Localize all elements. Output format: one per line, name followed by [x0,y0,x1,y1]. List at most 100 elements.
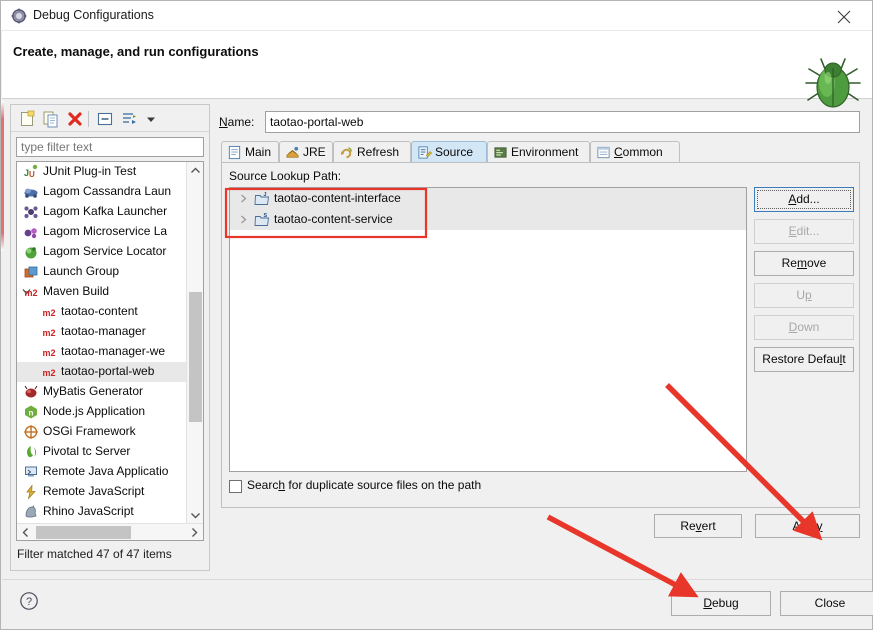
junit-plugin-test-icon: JU [23,164,39,180]
chevron-right-icon[interactable] [238,193,249,204]
tree-item-label: taotao-manager-we [61,344,166,358]
tab-environment[interactable]: Environment [487,141,590,162]
debug-button[interactable]: Debug [671,591,771,616]
refresh-tab-icon [339,145,354,160]
tree-item-taotao-portal-web[interactable]: m2 taotao-portal-web [17,362,188,382]
launch-group-icon [23,264,39,280]
tree-item-lagom-cassandra-laun[interactable]: Lagom Cassandra Laun [17,182,188,202]
tree-item-junit-plug-in-test[interactable]: J U JUnit Plug-in Test [17,162,188,182]
svg-text:m2: m2 [42,368,55,378]
svg-text:m2: m2 [42,348,55,358]
tree-scroll-area: J U JUnit Plug-in Test Lagom Cassandra Laun… [17,162,188,524]
edit-button: Edit... [754,219,854,244]
debug-configurations-icon [11,8,27,24]
duplicate-icon[interactable] [41,109,61,129]
tree-vertical-scrollbar[interactable] [186,162,203,524]
tree-item-taotao-manager[interactable]: m2 taotao-manager [17,322,188,342]
tree-item-label: taotao-portal-web [61,364,155,378]
scroll-right-icon[interactable] [186,524,203,540]
source-entry-row[interactable]: Jtaotao-content-interface [230,188,746,209]
scroll-down-icon[interactable] [187,507,203,524]
tree-horizontal-scroll-thumb[interactable] [36,526,131,539]
tree-item-maven-build[interactable]: m2 Maven Build [17,282,188,302]
tree-item-label: Lagom Cassandra Laun [43,184,172,198]
tree-item-launch-group[interactable]: Launch Group [17,262,188,282]
tab-label: Source [435,145,474,159]
revert-button[interactable]: Revert [654,514,742,538]
close-button[interactable]: Close [780,591,873,616]
nodejs-icon: n [23,404,39,420]
launch-configurations-tree[interactable]: J U JUnit Plug-in Test Lagom Cassandra Laun… [16,161,204,541]
scroll-up-icon[interactable] [187,162,203,179]
tab-main[interactable]: Main [221,141,279,162]
launch-configurations-panel: JU JUnit Plug-in Test Lagom Cassandra Laun… [10,104,210,571]
tree-item-node-js-application[interactable]: n Node.js Application [17,402,188,422]
left-edge-highlight-strip [1,101,4,251]
chevron-down-icon[interactable] [141,109,161,129]
tree-item-label: Maven Build [43,284,110,298]
remote-java-application-icon [23,464,39,480]
source-entry-row[interactable]: Staotao-content-service [230,209,746,230]
up-button: Up [754,283,854,308]
tree-item-pivotal-tc-server[interactable]: Pivotal tc Server [17,442,188,462]
source-entry-label: taotao-content-interface [274,191,401,205]
revert-apply-row: Revert Apply [214,514,860,544]
common-tab-icon [596,145,611,160]
apply-button[interactable]: Apply [755,514,860,538]
add-button[interactable]: Add... [754,187,854,212]
maven-m2-icon: m2 [41,364,57,380]
tree-item-remote-java-applicatio[interactable]: Remote Java Applicatio [17,462,188,482]
tab-bar: Main JRE Refresh Source Environment Common [221,141,860,162]
tree-item-remote-javascript[interactable]: Remote JavaScript [17,482,188,502]
tree-item-label: OSGi Framework [43,424,136,438]
tree-horizontal-scrollbar[interactable] [17,523,203,540]
scroll-left-icon[interactable] [17,524,34,540]
tree-item-taotao-manager-we[interactable]: m2 taotao-manager-we [17,342,188,362]
source-lookup-entries[interactable]: Jtaotao-content-interface Staotao-content… [229,187,747,472]
restore-default-button[interactable]: Restore Default [754,347,854,372]
tree-item-label: Launch Group [43,264,120,278]
lagom-microservice-icon [23,224,39,240]
tree-item-rhino-javascript[interactable]: Rhino JavaScript [17,502,188,522]
tab-label: Common [614,145,663,159]
delete-icon[interactable] [65,109,85,129]
maven-m2-icon: m2 [41,344,57,360]
new-launch-configuration-icon[interactable] [17,109,37,129]
tree-item-label: taotao-content [61,304,138,318]
tree-item-mybatis-generator[interactable]: MyBatis Generator [17,382,188,402]
tree-item-osgi-framework[interactable]: OSGi Framework [17,422,188,442]
tree-item-label: MyBatis Generator [43,384,144,398]
svg-text:n: n [29,409,34,418]
footer-separator [2,579,872,580]
filter-icon[interactable] [119,109,139,129]
tab-common[interactable]: Common [590,141,680,162]
tab-refresh[interactable]: Refresh [333,141,411,162]
tree-item-lagom-kafka-launcher[interactable]: Lagom Kafka Launcher [17,202,188,222]
tree-item-taotao-content[interactable]: m2 taotao-content [17,302,188,322]
tree-item-label: Lagom Microservice La [43,224,168,238]
jre-tab-icon [285,145,300,160]
tree-item-lagom-service-locator[interactable]: Lagom Service Locator [17,242,188,262]
help-icon[interactable]: ? [19,591,39,611]
name-label: Name: [219,115,255,129]
close-icon[interactable] [824,1,864,31]
mybatis-generator-icon [23,384,39,400]
tree-item-lagom-microservice-la[interactable]: Lagom Microservice La [17,222,188,242]
search-duplicates-checkbox[interactable] [229,480,242,493]
pivotal-tc-server-icon [23,444,39,460]
environment-tab-icon [493,145,508,160]
tab-source[interactable]: Source [411,141,487,162]
collapse-all-icon[interactable] [95,109,115,129]
tab-label: Environment [511,145,579,159]
filter-input[interactable] [16,137,204,157]
name-input[interactable] [265,111,860,133]
lagom-kafka-icon [23,204,39,220]
tab-jre[interactable]: JRE [279,141,333,162]
toolbar-separator [88,111,89,127]
maven-m2-icon: m2 [41,324,57,340]
tree-vertical-scroll-thumb[interactable] [189,292,202,422]
remove-button[interactable]: Remove [754,251,854,276]
source-tab-icon [417,145,432,160]
lagom-service-locator-icon [23,244,39,260]
chevron-right-icon[interactable] [238,214,249,225]
